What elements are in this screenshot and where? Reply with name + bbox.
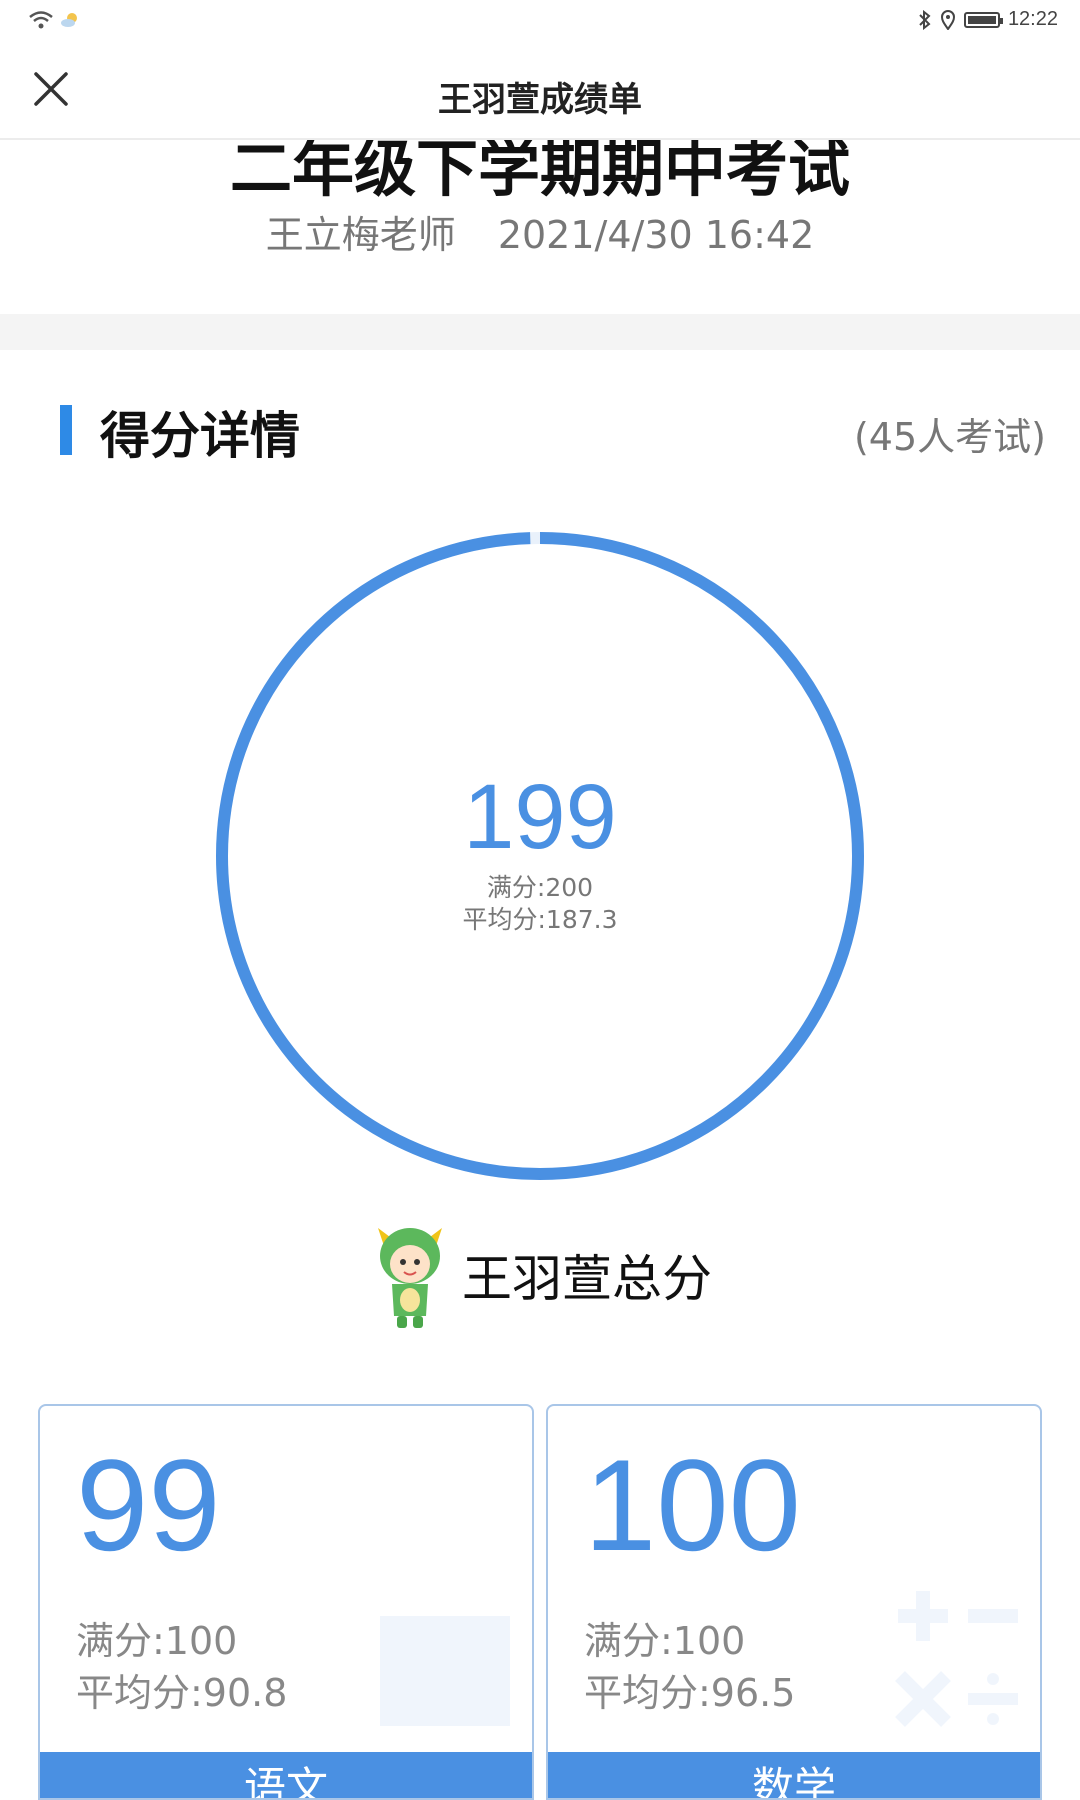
subject-average: 平均分:96.5 [584, 1671, 796, 1715]
subject-full-score: 满分:100 [76, 1619, 238, 1663]
subject-card-chinese[interactable]: 99 满分:100 平均分:90.8 语文 [38, 1404, 534, 1800]
exam-info: 二年级下学期期中考试 王立梅老师 2021/4/30 16:42 [0, 140, 1080, 314]
total-score-ring: 199 满分:200 平均分:187.3 [214, 530, 866, 1182]
math-symbols-icon [895, 1591, 1018, 1727]
status-bar: 12:22 [0, 0, 1080, 44]
student-total-row: 王羽萱总分 [370, 1220, 712, 1330]
subject-score: 99 [76, 1432, 221, 1578]
teacher-name: 王立梅老师 [265, 213, 456, 257]
status-left [28, 10, 80, 30]
total-score: 199 [463, 766, 617, 868]
bluetooth-icon [919, 9, 931, 30]
subject-card-math[interactable]: 100 满分:100 平均分:96.5 数学 [546, 1404, 1042, 1800]
total-full-score: 满分:200 [486, 873, 594, 902]
exam-title: 二年级下学期期中考试 [229, 140, 850, 205]
dragon-mascot-icon [378, 1228, 442, 1328]
book-icon [380, 1616, 510, 1726]
subject-name: 数学 [548, 1752, 1040, 1798]
status-time: 12:22 [1007, 8, 1058, 30]
subject-name: 语文 [40, 1752, 532, 1798]
section-divider [0, 314, 1080, 350]
subject-score: 100 [584, 1432, 801, 1578]
student-total-label: 王羽萱总分 [462, 1250, 712, 1308]
location-icon [940, 9, 955, 30]
app-header: 王羽萱成绩单 [0, 44, 1080, 140]
participant-count: (45人考试) [853, 415, 1046, 459]
page-title: 王羽萱成绩单 [438, 80, 642, 120]
subject-full-score: 满分:100 [584, 1619, 746, 1663]
total-average: 平均分:187.3 [462, 905, 618, 934]
exam-datetime: 2021/4/30 16:42 [497, 213, 815, 257]
section-accent-bar [60, 405, 72, 455]
exam-meta: 王立梅老师 2021/4/30 16:42 [0, 204, 1080, 259]
subject-average: 平均分:90.8 [76, 1671, 288, 1715]
battery-icon [963, 11, 1003, 28]
status-right: 12:22 [918, 8, 1058, 31]
section-title: 得分详情 [100, 407, 300, 465]
wifi-icon [29, 11, 53, 29]
score-details: 得分详情 (45人考试) 199 满分:200 平均分:187.3 王羽萱总分 [0, 350, 1080, 1800]
weather-icon [61, 13, 77, 27]
